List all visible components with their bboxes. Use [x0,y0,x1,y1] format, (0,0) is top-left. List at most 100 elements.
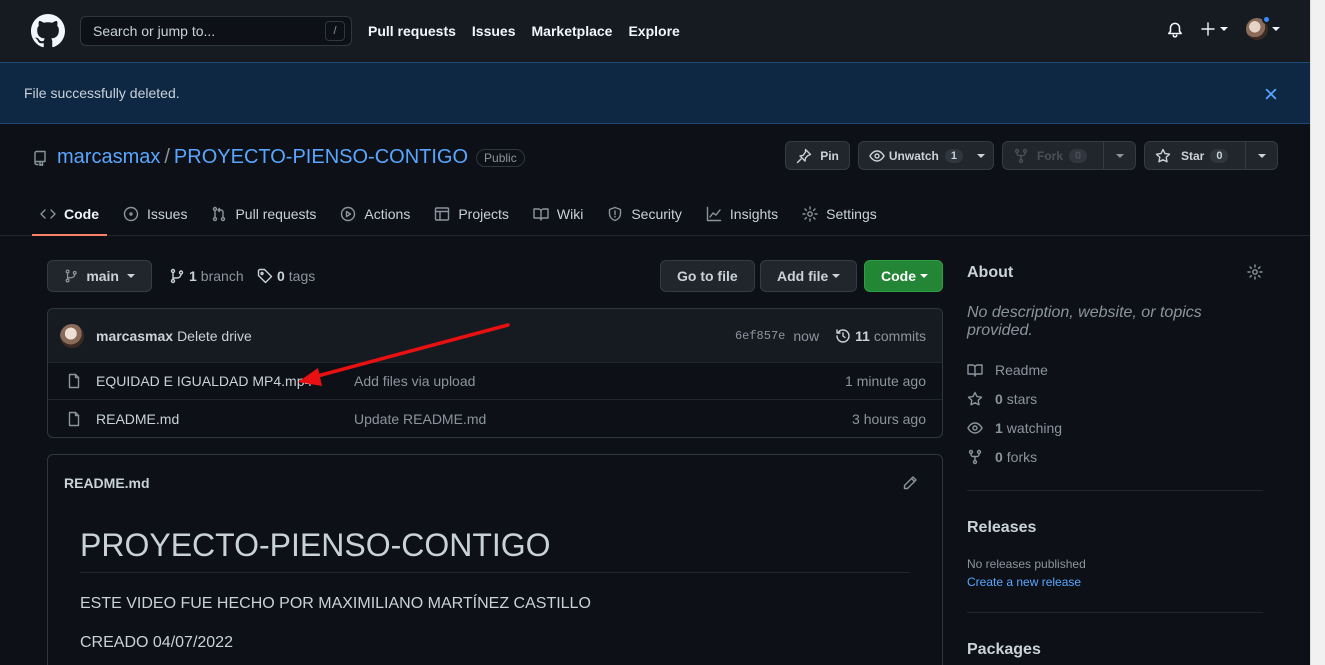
search-input[interactable]: Search or jump to... / [80,16,352,46]
watching-link[interactable]: 1 watching [967,420,1263,436]
github-logo-icon[interactable] [31,14,65,48]
commit-time: now [793,327,820,344]
add-file-button[interactable]: Add file [760,260,858,292]
add-file-label: Add file [777,268,829,284]
avatar[interactable] [60,323,84,348]
gear-icon[interactable] [1247,264,1263,280]
shield-icon [609,206,622,222]
tab-code[interactable]: Code [32,194,107,236]
tags-link[interactable]: 0 tags [257,268,315,284]
tab-insights[interactable]: Insights [698,194,786,234]
star-label: Star [1181,148,1205,163]
search-placeholder: Search or jump to... [93,23,216,39]
tab-security[interactable]: Security [599,194,690,234]
star-count: 0 [1210,148,1229,163]
about-sidebar: About No description, website, or topics… [967,260,1263,659]
repo-tabs: Code Issues Pull requests Actions Projec… [32,194,893,236]
tab-pull-requests[interactable]: Pull requests [203,194,324,234]
file-name-link[interactable]: README.md [96,411,179,427]
star-button[interactable]: Star 0 [1144,141,1278,170]
go-to-file-label: Go to file [677,268,738,284]
releases-title[interactable]: Releases [967,519,1263,537]
flash-banner: File successfully deleted. [0,62,1310,124]
plus-icon [1201,22,1215,36]
header-actions [1166,15,1280,40]
nav-issues[interactable]: Issues [472,23,516,39]
tab-wiki[interactable]: Wiki [525,194,591,234]
page-scrollbar[interactable] [1310,0,1325,665]
unwatch-label: Unwatch [888,148,939,163]
tab-issues-label: Issues [147,206,188,222]
readme-link[interactable]: Readme [967,362,1263,378]
commits-history-link[interactable]: 11 commits [835,328,926,344]
star-icon [1155,148,1171,162]
repo-header: marcasmax / PROYECTO-PIENSO-CONTIGO Publ… [0,124,1310,236]
caret-down-icon [1257,153,1266,158]
commit-author[interactable]: marcasmax [96,328,173,344]
caret-down-icon [1220,27,1228,31]
tab-actions-label: Actions [364,206,411,222]
caret-down-icon [920,274,928,278]
tab-projects[interactable]: Projects [426,194,517,234]
create-new-button[interactable] [1200,21,1228,37]
branches-link[interactable]: 1 branch [169,268,244,284]
table-icon [435,207,450,221]
file-commit-message[interactable]: Add files via upload [354,373,475,389]
nav-explore[interactable]: Explore [628,23,679,39]
code-button[interactable]: Code [864,260,943,292]
repo-actions: Pin Unwatch 1 Fork 0 Star 0 [777,141,1278,170]
tab-projects-label: Projects [458,206,509,222]
watching-count: 1 [995,420,1003,436]
repo-owner-link[interactable]: marcasmax [57,146,160,169]
search-shortcut-key: / [325,21,345,41]
star-icon [967,391,983,406]
tag-word: tags [288,268,316,284]
pin-button[interactable]: Pin [785,141,850,170]
file-age: 3 hours ago [852,410,926,427]
tag-icon [257,268,273,284]
file-age: 1 minute ago [845,373,926,389]
tab-wiki-label: Wiki [556,206,584,222]
tab-settings[interactable]: Settings [794,194,885,234]
fork-dropdown[interactable] [1103,142,1135,169]
forks-word: forks [1006,449,1038,465]
forks-count: 0 [995,449,1003,465]
user-menu-button[interactable] [1246,15,1280,40]
caret-down-icon [1272,27,1280,31]
file-name-link[interactable]: EQUIDAD E IGUALDAD MP4.mp4 [96,373,312,389]
fork-button[interactable]: Fork 0 [1002,141,1136,170]
close-icon[interactable] [1264,87,1278,101]
star-dropdown[interactable] [1245,142,1277,169]
file-row: README.md Update README.md 3 hours ago [48,400,942,437]
repo-separator: / [164,146,170,168]
visibility-badge: Public [476,148,525,167]
go-to-file-button[interactable]: Go to file [660,260,755,292]
pin-icon [796,148,812,163]
nav-marketplace[interactable]: Marketplace [532,23,613,39]
tab-issues[interactable]: Issues [115,194,195,234]
create-release-link[interactable]: Create a new release [967,575,1263,589]
tag-count: 0 [277,268,285,284]
fork-icon [1014,148,1028,163]
readme-line-2: CREADO 04/07/2022 [80,634,233,651]
commit-message[interactable]: Delete drive [177,328,252,344]
repo-name-link[interactable]: PROYECTO-PIENSO-CONTIGO [174,146,468,169]
readme-link-label: Readme [995,362,1048,378]
gear-icon [802,206,818,222]
eye-icon [967,422,983,434]
packages-title[interactable]: Packages [967,641,1263,659]
nav-pull-requests[interactable]: Pull requests [368,23,456,39]
readme-filename[interactable]: README.md [64,475,150,491]
commit-sha[interactable]: 6ef857e [735,329,785,343]
bell-icon[interactable] [1166,20,1184,38]
stars-link[interactable]: 0 stars [967,391,1263,407]
branch-select-button[interactable]: main [47,260,152,292]
pencil-icon[interactable] [902,475,918,491]
tab-actions[interactable]: Actions [332,194,418,234]
divider [967,612,1263,613]
stars-count: 0 [995,391,1003,407]
forks-link[interactable]: 0 forks [967,449,1263,465]
global-nav: Pull requests Issues Marketplace Explore [368,23,696,39]
unwatch-button[interactable]: Unwatch 1 [857,141,994,170]
file-commit-message[interactable]: Update README.md [354,411,486,427]
